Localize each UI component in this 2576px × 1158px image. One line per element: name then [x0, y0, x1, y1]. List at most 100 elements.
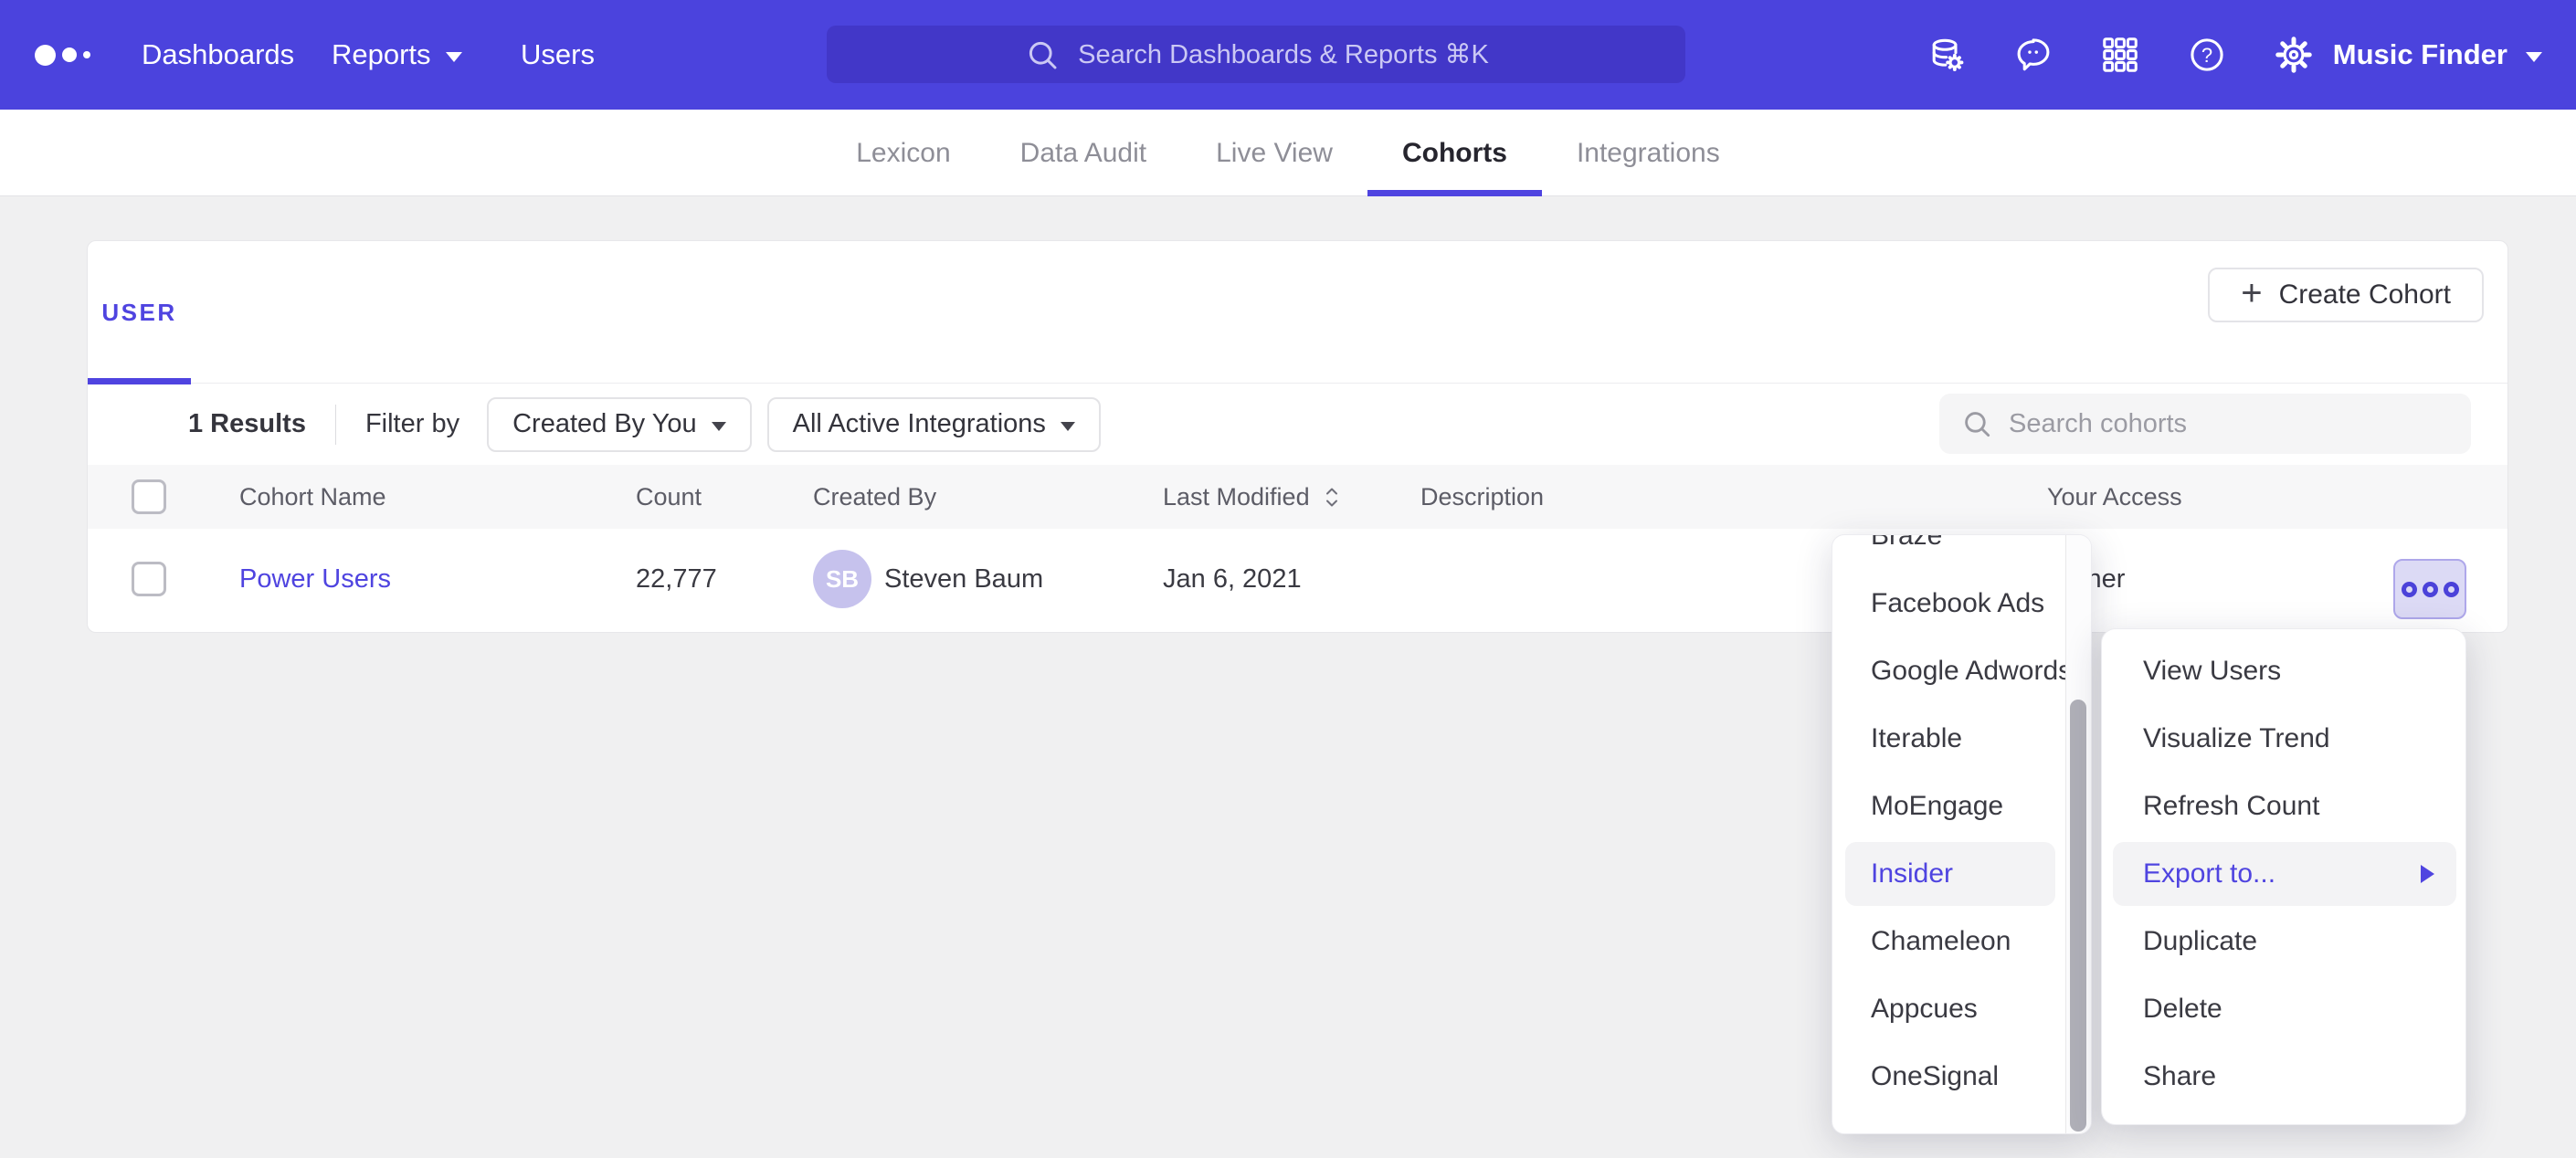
column-header-description[interactable]: Description: [1420, 465, 1544, 529]
created-by-filter-dropdown[interactable]: Created By You: [487, 397, 752, 452]
row-context-menu: View Users Visualize Trend Refresh Count…: [2101, 628, 2466, 1125]
integrations-filter-dropdown[interactable]: All Active Integrations: [767, 397, 1101, 452]
tab-lexicon[interactable]: Lexicon: [821, 110, 985, 196]
button-label: Create Cohort: [2279, 279, 2451, 311]
menu-item-duplicate[interactable]: Duplicate: [2102, 908, 2465, 975]
global-search-placeholder: Search Dashboards & Reports ⌘K: [1078, 38, 1489, 70]
top-nav: Dashboards Reports Users Search Dashboar…: [0, 0, 2576, 110]
cohort-search: [1939, 394, 2471, 454]
menu-item-refresh-count[interactable]: Refresh Count: [2102, 773, 2465, 840]
menu-items: Braze Facebook Ads Google Adwords Iterab…: [1832, 534, 2091, 1111]
menu-item-export-to[interactable]: Export to...: [2102, 840, 2465, 908]
section-tabbar: Lexicon Data Audit Live View Cohorts Int…: [0, 110, 2576, 196]
menu-item-iterable[interactable]: Iterable: [1832, 705, 2091, 773]
tab-label: USER: [101, 299, 176, 327]
tab-cohorts[interactable]: Cohorts: [1367, 110, 1542, 196]
tab-label: Data Audit: [1020, 138, 1146, 169]
filter-toolbar: 1 Results Filter by Created By You All A…: [88, 384, 2507, 465]
nav-item-label: Reports: [332, 38, 431, 71]
menu-item-visualize-trend[interactable]: Visualize Trend: [2102, 705, 2465, 773]
nav-item-dashboards[interactable]: Dashboards: [142, 0, 294, 110]
chevron-down-icon: [446, 52, 462, 62]
tab-label: Live View: [1216, 138, 1333, 169]
column-header-your-access[interactable]: Your Access: [2047, 465, 2182, 529]
menu-item-insider[interactable]: Insider: [1832, 840, 2091, 908]
menu-item-facebook-ads[interactable]: Facebook Ads: [1832, 570, 2091, 637]
cohort-type-tabs: USER + Create Cohort: [88, 241, 2507, 384]
submenu-arrow-icon: [2421, 865, 2434, 883]
circle-icon: [2423, 582, 2438, 597]
table-row: Power Users 22,777 SB Steven Baum Jan 6,…: [88, 529, 2507, 629]
divider: [335, 405, 336, 445]
chevron-down-icon: [2526, 52, 2542, 62]
menu-item-view-users[interactable]: View Users: [2102, 637, 2465, 705]
row-checkbox[interactable]: [132, 562, 166, 596]
results-count: 1 Results: [188, 409, 306, 439]
tab-data-audit[interactable]: Data Audit: [986, 110, 1181, 196]
select-all-checkbox-cell: [132, 465, 166, 529]
settings-gear-icon[interactable]: [2250, 0, 2337, 110]
cohort-name-link[interactable]: Power Users: [239, 564, 391, 595]
menu-item-braze[interactable]: Braze: [1832, 534, 2091, 570]
filter-by-label: Filter by: [365, 409, 459, 439]
row-checkbox-cell: [132, 529, 166, 629]
row-actions-button[interactable]: [2393, 559, 2466, 619]
menu-item-moengage[interactable]: MoEngage: [1832, 773, 2091, 840]
create-cohort-button[interactable]: + Create Cohort: [2208, 268, 2484, 322]
help-icon[interactable]: ?: [2163, 0, 2250, 110]
column-header-cohort-name[interactable]: Cohort Name: [239, 465, 386, 529]
tab-label: Integrations: [1577, 138, 1720, 169]
project-name: Music Finder: [2333, 38, 2507, 71]
sort-icon: [1323, 485, 1341, 510]
plus-icon: +: [2241, 275, 2262, 311]
chevron-down-icon: [1061, 422, 1075, 431]
tab-label: Cohorts: [1402, 138, 1507, 169]
cohorts-card: USER + Create Cohort 1 Results Filter by…: [87, 240, 2508, 633]
nav-item-label: Users: [521, 38, 595, 71]
filter-value: Created By You: [512, 409, 697, 439]
tab-user-cohorts[interactable]: USER: [88, 241, 191, 384]
tab-integrations[interactable]: Integrations: [1542, 110, 1755, 196]
scrollbar-thumb[interactable]: [2070, 700, 2086, 1132]
table-header: Cohort Name Count Created By Last Modifi…: [88, 465, 2507, 529]
nav-item-label: Dashboards: [142, 38, 294, 71]
column-header-last-modified[interactable]: Last Modified: [1163, 465, 1341, 529]
circle-icon: [2444, 582, 2459, 597]
app-screen: Dashboards Reports Users Search Dashboar…: [0, 0, 2576, 1158]
project-switcher[interactable]: Music Finder: [2333, 0, 2542, 110]
filter-value: All Active Integrations: [793, 409, 1046, 439]
search-icon: [1959, 406, 1994, 441]
tab-live-view[interactable]: Live View: [1181, 110, 1367, 196]
menu-item-onesignal[interactable]: OneSignal: [1832, 1043, 2091, 1111]
menu-item-chameleon[interactable]: Chameleon: [1832, 908, 2091, 975]
export-destination-menu: Braze Facebook Ads Google Adwords Iterab…: [1832, 534, 2092, 1134]
global-search-input[interactable]: Search Dashboards & Reports ⌘K: [827, 26, 1685, 83]
select-all-checkbox[interactable]: [132, 479, 166, 514]
menu-item-appcues[interactable]: Appcues: [1832, 975, 2091, 1043]
tab-label: Lexicon: [856, 138, 950, 169]
created-by-name: Steven Baum: [884, 564, 1043, 595]
scrollbar-track: [2065, 535, 2091, 1133]
cohort-search-input[interactable]: [2009, 409, 2451, 439]
mixpanel-logo-icon[interactable]: [35, 0, 90, 110]
data-management-icon[interactable]: [1903, 0, 1990, 110]
apps-grid-icon[interactable]: [2076, 0, 2163, 110]
menu-item-share[interactable]: Share: [2102, 1043, 2465, 1111]
last-modified-cell: Jan 6, 2021: [1163, 529, 1302, 629]
count-cell: 22,777: [636, 529, 717, 629]
chevron-down-icon: [712, 422, 726, 431]
nav-item-users[interactable]: Users: [521, 0, 595, 110]
feedback-chat-icon[interactable]: [1990, 0, 2076, 110]
circle-icon: [2402, 582, 2417, 597]
nav-icon-group: ?: [1903, 0, 2337, 110]
created-by-cell: SB Steven Baum: [813, 529, 1043, 629]
menu-item-delete[interactable]: Delete: [2102, 975, 2465, 1043]
column-header-created-by[interactable]: Created By: [813, 465, 936, 529]
svg-text:?: ?: [2201, 44, 2212, 67]
search-icon: [1023, 36, 1061, 74]
nav-item-reports[interactable]: Reports: [332, 0, 462, 110]
cohort-name-cell: Power Users: [239, 529, 391, 629]
column-header-count[interactable]: Count: [636, 465, 702, 529]
avatar: SB: [813, 550, 871, 608]
menu-item-google-adwords[interactable]: Google Adwords: [1832, 637, 2091, 705]
